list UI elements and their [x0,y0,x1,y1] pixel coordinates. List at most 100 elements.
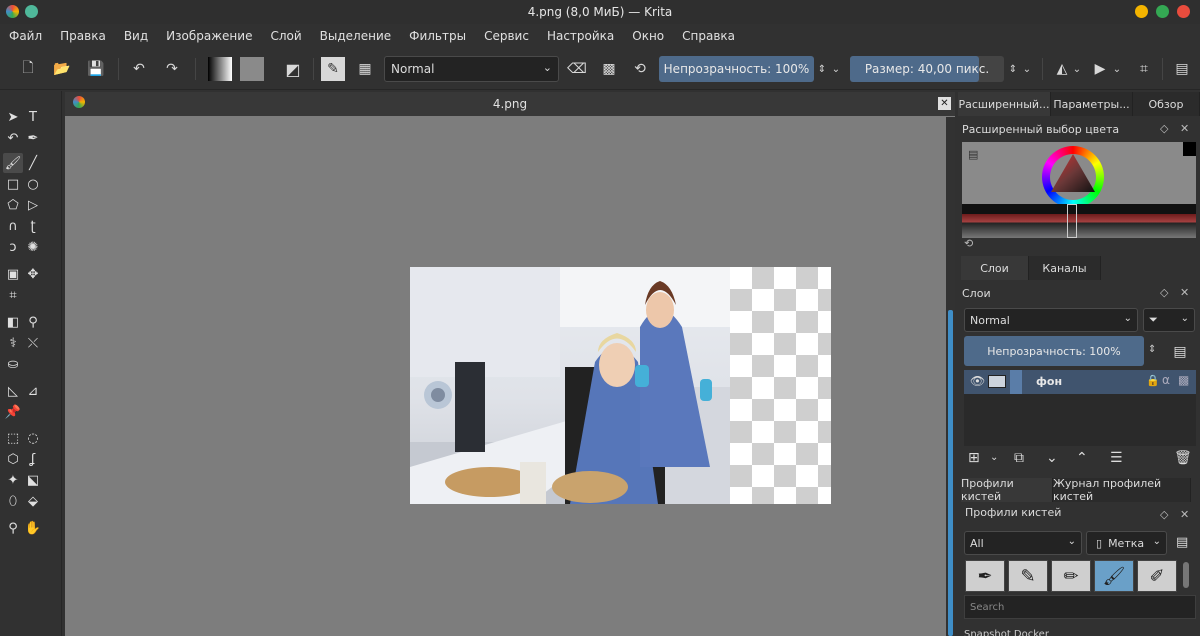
fg-bg-color-icon[interactable]: ◩ [281,57,305,81]
ellipse-selection-icon[interactable]: ◌ [23,428,43,448]
open-folder-icon[interactable]: 📂 [50,57,74,81]
blend-mode-select[interactable]: Normal ⌄ [384,56,559,82]
perspective-grid-icon[interactable]: ⊿ [23,381,43,401]
lock-icon[interactable]: 🔒 [1146,374,1160,387]
multibrush-icon[interactable]: ✺ [23,237,43,257]
opacity-chevron-down-icon[interactable]: ⌄ [829,57,843,81]
opacity-spin-icon[interactable]: ⇕ [815,57,829,81]
alpha-inherit-icon[interactable]: α [1162,373,1170,387]
magnetic-selection-icon[interactable]: ⬙ [23,491,43,511]
layer-settings-icon[interactable]: ☰ [1110,450,1123,466]
contiguous-selection-icon[interactable]: ✦ [3,470,23,490]
float-brush-icon[interactable]: ◇ [1160,508,1168,521]
save-icon[interactable]: 💾 [84,57,108,81]
rect-selection-icon[interactable]: ⬚ [3,428,23,448]
menu-edit[interactable]: Правка [60,29,106,43]
current-color-swatch[interactable] [1183,142,1196,156]
reference-images-icon[interactable]: 📌 [3,402,23,422]
polygon-tool-icon[interactable]: ⬠ [3,195,23,215]
reload-preset-icon[interactable]: ⟲ [628,57,652,81]
tab-brush-history[interactable]: Журнал профилей кистей [1053,477,1191,503]
menu-file[interactable]: Файл [9,29,42,43]
move-layer-down-icon[interactable]: ⌄ [1046,450,1058,466]
size-chevron-down-icon[interactable]: ⌄ [1020,57,1034,81]
assistant-tool-icon[interactable]: ⤬ [23,333,43,353]
polygon-selection-icon[interactable]: ⬡ [3,449,23,469]
reset-colors-icon[interactable]: ⟲ [964,237,973,250]
smart-patch-icon[interactable]: ⚕ [3,333,23,353]
zoom-tool-icon[interactable]: ⚲ [3,518,23,538]
color-selector[interactable]: ▤ [962,142,1196,238]
visibility-eye-icon[interactable]: 👁 [970,374,985,388]
calligraphy-icon[interactable]: ✒ [23,128,43,148]
brush-search-input[interactable]: Search [964,595,1196,619]
close-icon[interactable] [1177,5,1190,18]
brush-tag-select[interactable]: ▯ Метка ⌄ [1086,531,1167,555]
add-layer-chevron-icon[interactable]: ⌄ [990,452,998,463]
menu-filters[interactable]: Фильтры [409,29,466,43]
mirror-v-chevron-icon[interactable]: ⌄ [1110,57,1124,81]
menu-select[interactable]: Выделение [320,29,391,43]
pin-icon[interactable] [25,5,38,18]
maximize-icon[interactable] [1156,5,1169,18]
layer-row[interactable]: 👁 фон 🔒 α ▩ [964,370,1196,394]
layer-opacity-spin-icon[interactable]: ⇕ [1148,344,1156,355]
gradient-tool-icon[interactable]: ◧ [3,312,23,332]
layer-properties-icon[interactable]: ▤ [1166,340,1194,364]
document-image[interactable] [410,267,831,504]
menu-tools[interactable]: Сервис [484,29,529,43]
gradient-swatch-icon[interactable] [208,57,232,81]
brush-preset-4-selected[interactable]: 🖌 [1094,560,1134,592]
freehand-brush-icon[interactable]: 🖌 [3,153,23,173]
brush-preset-1[interactable]: ✒ [965,560,1005,592]
brush-preset-3[interactable]: ✏ [1051,560,1091,592]
float-layers-icon[interactable]: ◇ [1160,286,1168,299]
add-layer-icon[interactable]: ⊞ [968,450,980,466]
polyline-tool-icon[interactable]: ▷ [23,195,43,215]
close-layers-icon[interactable]: ✕ [1180,286,1189,299]
layer-blend-select[interactable]: Normal ⌄ [964,308,1138,332]
size-slider[interactable]: Размер: 40,00 пикс. [850,56,1004,82]
layer-opacity-slider[interactable]: Непрозрачность: 100% [964,336,1144,366]
tab-layers[interactable]: Слои [961,256,1029,280]
close-document-icon[interactable]: ✕ [938,97,951,110]
layer-name[interactable]: фон [1036,375,1062,388]
color-patches[interactable] [962,204,1196,238]
workspace-icon[interactable]: ▤ [1170,57,1194,81]
tab-tool-options[interactable]: Параметры... [1051,92,1133,116]
menu-help[interactable]: Справка [682,29,735,43]
canvas-vertical-scrollbar[interactable] [946,117,955,636]
bezier-tool-icon[interactable]: ∩ [3,216,23,236]
eraser-mode-icon[interactable]: ⌫ [565,57,589,81]
tab-overview[interactable]: Обзор [1133,92,1200,116]
alpha-lock-icon[interactable]: ▩ [1178,373,1189,387]
text-tool-icon[interactable]: T [23,107,43,127]
close-brush-icon[interactable]: ✕ [1180,508,1189,521]
crop-tool-icon[interactable]: ⌗ [3,285,23,305]
brush-preset-2[interactable]: ✎ [1008,560,1048,592]
brush-preset-icon[interactable]: ✎ [321,57,345,81]
measure-tool-icon[interactable]: ◺ [3,381,23,401]
mirror-vertical-icon[interactable]: ▶ [1088,57,1112,81]
minimize-icon[interactable] [1135,5,1148,18]
menu-window[interactable]: Окно [632,29,664,43]
transform-tool-icon[interactable]: ▣ [3,264,23,284]
fill-tool-icon[interactable]: ⛀ [3,354,23,374]
color-settings-icon[interactable]: ▤ [968,148,978,161]
float-docker-icon[interactable]: ◇ [1160,122,1168,135]
move-tool-icon[interactable]: ✥ [23,264,43,284]
edit-shapes-icon[interactable]: ↶ [3,128,23,148]
brush-filter-select[interactable]: All ⌄ [964,531,1082,555]
tab-advanced-color[interactable]: Расширенный... [958,92,1051,116]
wrap-around-icon[interactable]: ⌗ [1132,57,1156,81]
similar-selection-icon[interactable]: ⬕ [23,470,43,490]
menu-image[interactable]: Изображение [166,29,252,43]
color-picker-icon[interactable]: ⚲ [23,312,43,332]
move-layer-up-icon[interactable]: ⌃ [1076,450,1088,466]
opacity-slider[interactable]: Непрозрачность: 100% [659,56,814,82]
brush-list-scrollbar[interactable] [1183,562,1189,588]
brush-view-options-icon[interactable]: ▤ [1176,535,1188,550]
freehand-path-icon[interactable]: ʈ [23,216,43,236]
scrollbar-thumb[interactable] [948,310,953,636]
preserve-alpha-icon[interactable]: ▩ [597,57,621,81]
